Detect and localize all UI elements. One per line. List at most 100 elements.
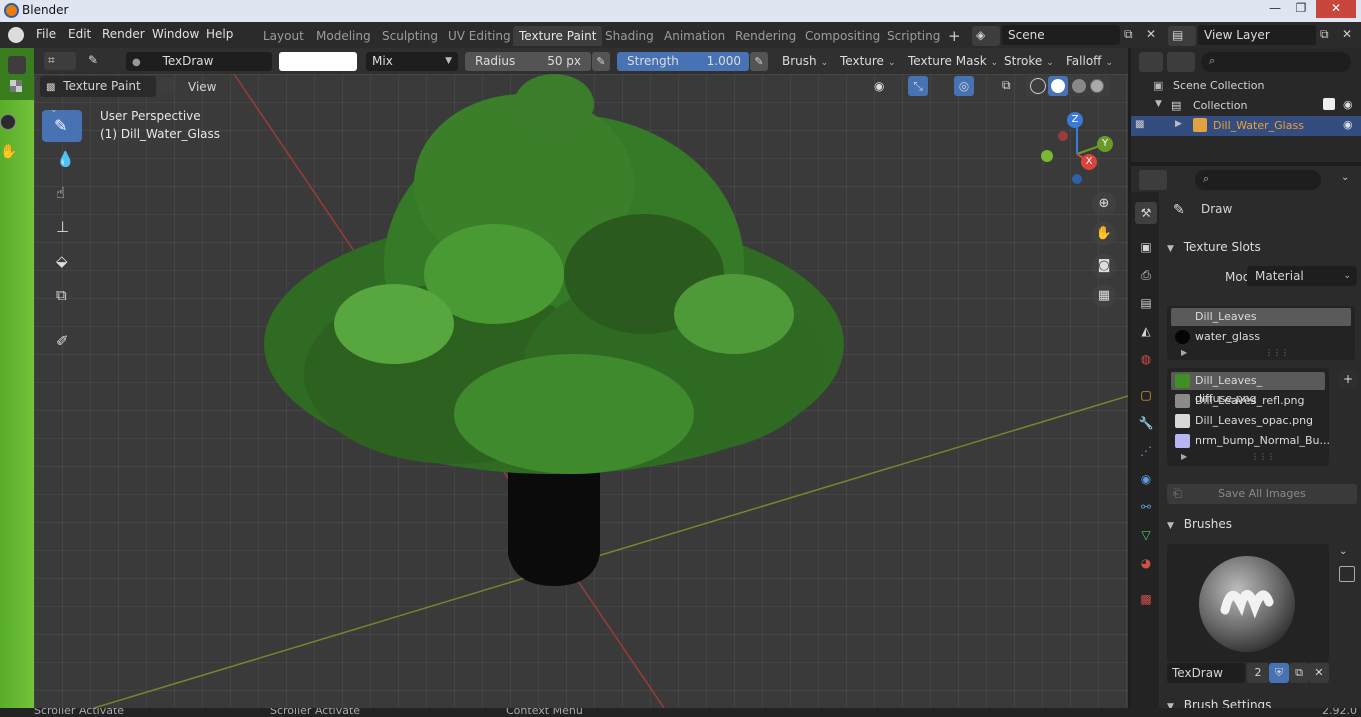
resize-grip-icon[interactable]: ⋮⋮⋮	[1265, 348, 1289, 357]
outliner-row-scene-collection[interactable]: ▣ Scene Collection	[1131, 76, 1361, 96]
gizmo-x-axis[interactable]: X	[1081, 154, 1097, 170]
visibility-eye-icon[interactable]: ◉	[874, 79, 884, 93]
3d-viewport[interactable]: ✎ 💧 ☝ ⊥ ⬙ ⧉ ✐ User Perspective (1) Dill_…	[34, 74, 1128, 708]
eye-icon[interactable]: ◉	[1343, 118, 1353, 131]
outliner-editor-type-button[interactable]	[1139, 52, 1163, 72]
blend-mode-dropdown[interactable]: Mix ▼	[366, 52, 458, 71]
gizmo-z-axis[interactable]: Z	[1067, 112, 1083, 128]
save-all-images-button[interactable]: ⎗ Save All Images	[1167, 484, 1357, 504]
brush-chevron-icon[interactable]: ⌄	[1339, 546, 1347, 557]
tab-compositing[interactable]: Compositing	[799, 26, 886, 46]
menu-window[interactable]: Window	[152, 27, 199, 41]
strength-pressure-icon[interactable]: ✎	[750, 52, 768, 71]
radius-slider[interactable]: Radius 50 px	[465, 52, 591, 71]
brushes-panel-header[interactable]: ▼ Brushes	[1163, 513, 1359, 535]
clone-tool-button[interactable]: ⊥	[42, 212, 82, 244]
soften-tool-button[interactable]: 💧	[42, 144, 82, 176]
minimize-button[interactable]: —	[1262, 0, 1288, 18]
list-item[interactable]: Dill_Leaves_refl.png	[1171, 392, 1325, 410]
brush-color-swatch[interactable]	[279, 52, 357, 71]
material-tab-icon[interactable]: ◕	[1135, 552, 1157, 574]
delete-view-layer-icon[interactable]: ✕	[1342, 27, 1352, 41]
brush-preview-box[interactable]	[1167, 544, 1329, 662]
mode-selector-dropdown[interactable]: ▩ Texture Paint ⌄	[40, 76, 156, 115]
constraints-tab-icon[interactable]: ⚯	[1135, 496, 1157, 518]
material-shading-icon[interactable]	[1072, 79, 1086, 93]
tab-rendering[interactable]: Rendering	[729, 26, 802, 46]
tab-modeling[interactable]: Modeling	[310, 26, 377, 46]
menu-file[interactable]: File	[36, 27, 56, 41]
modifier-tab-icon[interactable]: 🔧	[1135, 412, 1157, 434]
radius-pressure-icon[interactable]: ✎	[592, 52, 610, 71]
unlink-brush-icon[interactable]: ✕	[1309, 663, 1329, 683]
ortho-grid-icon[interactable]: ▦	[1092, 284, 1116, 308]
delete-scene-icon[interactable]: ✕	[1146, 27, 1156, 41]
xray-toggle-icon[interactable]: ⧉	[1002, 78, 1011, 93]
stroke-menu[interactable]: Stroke ⌄	[1000, 52, 1054, 71]
brush-settings-panel-header[interactable]: ▼ Brush Settings	[1163, 694, 1359, 708]
texture-tab-icon[interactable]: ▩	[1135, 588, 1157, 610]
zoom-icon[interactable]	[0, 114, 16, 130]
smear-tool-button[interactable]: ☝	[42, 178, 82, 210]
resize-grip-icon[interactable]: ⋮⋮⋮	[1251, 452, 1275, 461]
world-tab-icon[interactable]: ◍	[1135, 348, 1157, 370]
blender-menu-icon[interactable]	[8, 27, 24, 43]
duplicate-brush-icon[interactable]: ⧉	[1289, 663, 1309, 683]
scene-name-field[interactable]: Scene	[1002, 25, 1120, 45]
tab-uv-editing[interactable]: UV Editing	[442, 26, 517, 46]
expand-arrow-icon[interactable]: ▼	[1155, 99, 1162, 109]
strength-slider[interactable]: Strength 1.000	[617, 52, 749, 71]
mask-tool-button[interactable]: ⧉	[42, 280, 82, 312]
wireframe-shading-icon[interactable]	[1030, 78, 1046, 94]
checker-icon[interactable]	[8, 78, 26, 96]
maximize-button[interactable]: ❐	[1288, 0, 1314, 18]
list-item[interactable]: nrm_bump_Normal_Bu...	[1171, 432, 1330, 450]
render-tab-icon[interactable]: ▣	[1135, 236, 1157, 258]
options-chevron-icon[interactable]: ⌄	[1341, 172, 1349, 183]
brush-datablock[interactable]: ● TexDraw	[126, 52, 272, 71]
tool-tab-icon[interactable]: ⚒	[1135, 202, 1157, 224]
properties-editor-type-button[interactable]	[1139, 170, 1167, 190]
solid-shading-button[interactable]	[1048, 76, 1068, 96]
zoom-view-icon[interactable]: ⊕	[1092, 192, 1116, 216]
fill-tool-button[interactable]: ⬙	[42, 246, 82, 278]
tab-sculpting[interactable]: Sculpting	[376, 26, 444, 46]
tab-layout[interactable]: Layout	[257, 26, 310, 46]
list-item[interactable]: water_glass	[1171, 328, 1351, 346]
scene-tab-icon[interactable]: ◭	[1135, 320, 1157, 342]
texture-mode-dropdown[interactable]: Material ⌄	[1247, 266, 1357, 286]
falloff-menu[interactable]: Falloff ⌄	[1062, 52, 1113, 71]
texture-slots-panel-header[interactable]: ▼ Texture Slots	[1163, 236, 1359, 258]
view-layer-tab-icon[interactable]: ▤	[1135, 292, 1157, 314]
list-item[interactable]: Dill_Leaves_ diffuse.png	[1171, 372, 1325, 405]
brush-name-input[interactable]: TexDraw	[1167, 663, 1245, 683]
physics-tab-icon[interactable]: ◉	[1135, 468, 1157, 490]
menu-help[interactable]: Help	[206, 27, 233, 41]
tab-texture-paint[interactable]: Texture Paint	[513, 26, 603, 46]
properties-search-input[interactable]: ⌕	[1195, 170, 1321, 190]
eye-icon[interactable]: ◉	[1343, 98, 1353, 111]
close-window-button[interactable]: ✕	[1316, 0, 1356, 18]
scene-selector-button[interactable]: ◈	[972, 26, 1000, 46]
menu-edit[interactable]: Edit	[68, 27, 91, 41]
rendered-shading-icon[interactable]	[1090, 79, 1104, 93]
image-editor-type-button[interactable]	[8, 56, 26, 74]
outliner-row-collection[interactable]: ▼ ▤ Collection ◉	[1131, 96, 1361, 116]
tab-animation[interactable]: Animation	[658, 26, 731, 46]
overlay-toggle-icon[interactable]: ◎	[954, 76, 974, 96]
menu-render[interactable]: Render	[102, 27, 145, 41]
view-layer-selector-button[interactable]: ▤	[1168, 26, 1196, 46]
data-tab-icon[interactable]: ▽	[1135, 524, 1157, 546]
particles-tab-icon[interactable]: ⋰	[1135, 440, 1157, 462]
tab-scripting[interactable]: Scripting	[881, 26, 946, 46]
tool-settings-button[interactable]: ⌗	[44, 52, 76, 70]
view-layer-name-field[interactable]: View Layer	[1198, 25, 1316, 45]
texture-mask-menu[interactable]: Texture Mask ⌄	[904, 52, 998, 71]
expand-arrow-icon[interactable]: ▶	[1175, 119, 1182, 129]
hand-icon[interactable]: ✋	[0, 144, 18, 162]
brush-image-icon[interactable]	[1339, 566, 1355, 582]
outliner-row-object[interactable]: ▩ ▶ Dill_Water_Glass ◉	[1131, 116, 1361, 136]
tab-shading[interactable]: Shading	[599, 26, 660, 46]
expand-arrow-icon[interactable]: ▶	[1181, 452, 1187, 461]
annotate-tool-button[interactable]: ✐	[42, 326, 82, 358]
